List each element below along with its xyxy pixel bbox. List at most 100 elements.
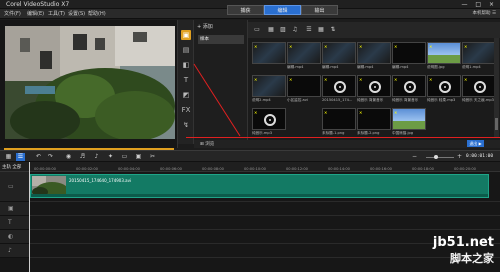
library-scroll-thumb[interactable] — [495, 118, 498, 130]
timeline-ruler[interactable]: 主轨 全部 00:00:00:00 00:00:02:00 00:00:04:0… — [0, 162, 500, 172]
overlay-track[interactable] — [30, 202, 500, 216]
media-item[interactable]: ✕ 纯音乐 天之痕.mp3 — [462, 75, 496, 105]
timeline-playhead[interactable] — [29, 162, 30, 272]
music-track[interactable] — [30, 244, 500, 258]
folder-item-samples[interactable]: 样本 — [198, 35, 244, 44]
subtitle-icon[interactable]: ▭ — [120, 153, 129, 161]
zoom-slider[interactable] — [426, 157, 454, 158]
path-icon[interactable]: ↯ — [181, 120, 191, 130]
media-item[interactable]: ✕ 编辑.mp4 — [357, 42, 391, 72]
media-item[interactable]: ✕ 纯音乐 背景音乐 — [392, 75, 426, 105]
media-thumbnail: ✕ — [357, 75, 391, 97]
media-thumbnail: ✕ — [462, 42, 496, 64]
media-thumbnail: ✕ — [357, 42, 391, 64]
library-scrollbar[interactable] — [494, 38, 499, 138]
media-caption: 纯音乐 背景音乐 — [392, 98, 419, 102]
media-item[interactable]: ✕ 纯音乐 轻柔.mp3 — [427, 75, 461, 105]
media-item[interactable]: ✕ 纯音乐 背景音乐 — [357, 75, 391, 105]
menu-edit[interactable]: 编辑(E) — [27, 10, 44, 17]
video-track-header[interactable]: ▭ — [0, 172, 30, 202]
library-bottom-bar: ⊞ 浏览 退出 ▶ — [194, 140, 500, 148]
menu-help[interactable]: 帮助(H) — [88, 10, 106, 17]
split-icon[interactable]: ✂ — [148, 153, 157, 161]
folder-icon[interactable]: ▭ — [252, 25, 262, 34]
music-track-header[interactable]: ♪ — [0, 244, 30, 258]
unused-marker-icon: ✕ — [359, 110, 363, 115]
title-track-header[interactable]: T — [0, 216, 30, 230]
audio-disc-icon — [264, 114, 276, 126]
title-icon[interactable]: T — [181, 75, 191, 85]
menu-settings[interactable]: 设置(S) — [68, 10, 85, 17]
voice-track-header[interactable]: ◐ — [0, 230, 30, 244]
motion-icon[interactable]: ✦ — [106, 153, 115, 161]
watermark-name: 脚本之家 — [450, 252, 494, 265]
media-folder-icon[interactable]: ▣ — [181, 30, 191, 40]
zoom-slider-knob[interactable] — [434, 155, 438, 159]
video-clip[interactable]: 20150415_174640_174903.avi — [30, 174, 489, 198]
menu-tools[interactable]: 工具(T) — [48, 10, 65, 17]
window-controls[interactable]: — □ × — [461, 1, 497, 8]
browse-button[interactable]: ⊞ 浏览 — [200, 141, 214, 147]
transition-icon[interactable]: ◧ — [181, 60, 191, 70]
voice-track[interactable] — [30, 230, 500, 244]
mixer-icon[interactable]: ♬ — [78, 153, 87, 161]
redo-icon[interactable]: ↷ — [46, 153, 55, 161]
sort-icon[interactable]: ⇅ — [328, 25, 338, 34]
unused-marker-icon: ✕ — [429, 77, 433, 82]
tab-edit[interactable]: 编辑 — [264, 5, 301, 15]
show-photo-icon[interactable]: ▨ — [278, 25, 288, 34]
show-video-icon[interactable]: ▦ — [266, 25, 276, 34]
overlay-track-header[interactable]: ▣ — [0, 202, 30, 216]
clip-filename: 20150415_174640_174903.avi — [69, 178, 132, 183]
tab-share[interactable]: 输出 — [301, 5, 338, 15]
menu-file[interactable]: 文件(F) — [4, 10, 21, 17]
options-button[interactable]: 退出 ▶ — [467, 140, 484, 147]
timeline-timecode[interactable]: 0:00:01:00 — [466, 154, 493, 159]
local-help-link[interactable]: 本机帮助 ☰ — [473, 10, 496, 16]
ruler-tick: 00:00:04:00 — [118, 167, 140, 171]
media-item[interactable]: ✕ — [252, 42, 286, 72]
filter-icon[interactable]: FX — [181, 105, 191, 115]
add-folder-button[interactable]: + 添加 — [197, 23, 213, 30]
media-thumbnail: ✕ — [322, 75, 356, 97]
zoom-in-icon[interactable]: + — [455, 153, 464, 161]
media-item[interactable]: ✕ 未标题-1.png — [322, 108, 356, 138]
instant-project-icon[interactable]: ▤ — [181, 45, 191, 55]
multi-camera-icon[interactable]: ▣ — [134, 153, 143, 161]
thumbnail-view-icon[interactable]: ▦ — [316, 25, 326, 34]
media-item[interactable]: ✕ 20150415_174... — [322, 75, 356, 105]
media-item[interactable]: ✕ 编辑.mp4 — [322, 42, 356, 72]
auto-music-icon[interactable]: ♪ — [92, 153, 101, 161]
ruler-tick: 00:00:16:00 — [370, 167, 392, 171]
unused-marker-icon: ✕ — [429, 44, 433, 49]
unused-marker-icon: ✕ — [394, 110, 398, 115]
media-item[interactable]: ✕ 纯音乐.mp3 — [252, 108, 286, 138]
storyboard-icon[interactable]: ▦ — [4, 153, 13, 161]
audio-disc-icon — [334, 81, 346, 93]
media-caption: 说明2.mp4 — [252, 98, 271, 102]
media-library-grid: ✕ ✕ 编辑.mp4 ✕ 编辑.mp4 ✕ 编辑.mp4 ✕ 编辑.mp4 ✕ 说明图.jpg ✕ 说明… — [248, 38, 500, 144]
media-item[interactable]: ✕ 编辑.mp4 — [392, 42, 426, 72]
media-item[interactable]: ✕ 说明图.jpg — [427, 42, 461, 72]
show-audio-icon[interactable]: ♫ — [290, 25, 300, 34]
media-item[interactable]: ✕ 编辑.mp4 — [287, 42, 321, 72]
record-icon[interactable]: ◉ — [64, 153, 73, 161]
media-item[interactable]: ✕ 未标题-2.png — [357, 108, 391, 138]
title-track[interactable] — [30, 216, 500, 230]
media-caption: 小区监控.avi — [287, 98, 308, 102]
unused-marker-icon: ✕ — [289, 77, 293, 82]
graphic-icon[interactable]: ◩ — [181, 90, 191, 100]
media-item[interactable]: ✕ 说明2.mp4 — [252, 75, 286, 105]
list-view-icon[interactable]: ☰ — [304, 25, 314, 34]
unused-marker-icon: ✕ — [464, 77, 468, 82]
ruler-tick: 00:00:10:00 — [244, 167, 266, 171]
tab-capture[interactable]: 捕获 — [227, 5, 264, 15]
audio-disc-icon — [439, 81, 451, 93]
media-item[interactable]: ✕ 小区监控.avi — [287, 75, 321, 105]
timeline-icon[interactable]: ☰ — [16, 153, 25, 161]
media-item[interactable]: ✕ 中国熊猫.jpg — [392, 108, 426, 138]
undo-icon[interactable]: ↶ — [34, 153, 43, 161]
zoom-out-icon[interactable]: − — [410, 153, 419, 161]
media-item[interactable]: ✕ 说明1.mp4 — [462, 42, 496, 72]
media-caption: 纯音乐 背景音乐 — [357, 98, 384, 102]
